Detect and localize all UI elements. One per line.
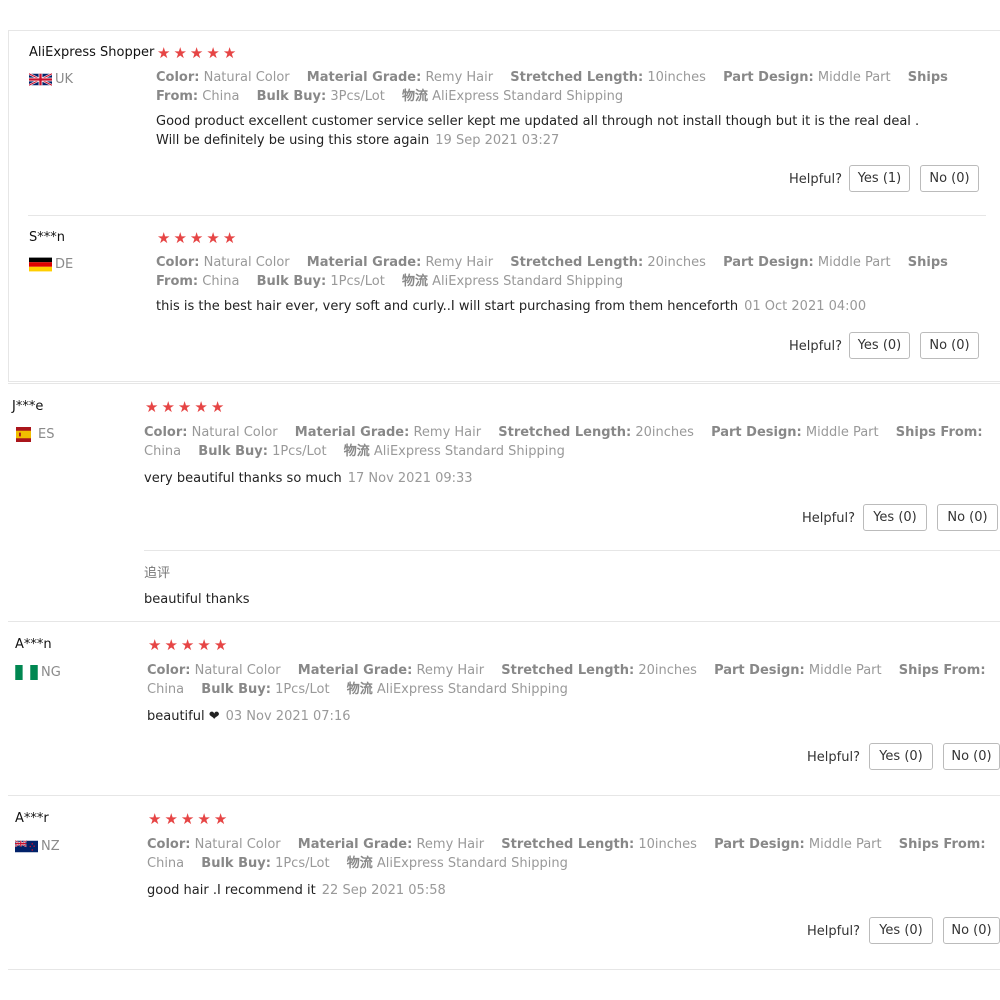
followup-divider <box>144 550 1000 551</box>
star-icon: ★ <box>145 398 159 416</box>
review-text: very beautiful thanks so much 17 Nov 2021… <box>144 471 473 486</box>
review-text: beautiful ❤ 03 Nov 2021 07:16 <box>147 709 351 724</box>
helpful-yes-button[interactable]: Yes (0) <box>849 332 910 359</box>
review-divider <box>8 383 1000 384</box>
star-icon: ★ <box>197 810 211 828</box>
helpful-yes-button[interactable]: Yes (0) <box>863 504 927 531</box>
helpful-yes-button[interactable]: Yes (1) <box>849 165 910 192</box>
reviewer-country: ES <box>12 427 54 442</box>
star-icon: ★ <box>213 636 228 654</box>
rating-stars: ★ ★ ★ ★ ★ <box>145 400 224 415</box>
rating-stars: ★ ★ ★ ★ ★ <box>148 638 227 653</box>
review-date: 22 Sep 2021 05:58 <box>321 883 446 898</box>
flag-nz-icon <box>15 839 38 854</box>
review-divider <box>28 215 986 216</box>
product-attributes: Color: Natural Color Material Grade: Rem… <box>156 70 948 104</box>
helpful-label: Helpful? <box>789 339 842 354</box>
reviewer-country: UK <box>29 72 73 87</box>
review-date: 01 Oct 2021 04:00 <box>744 299 867 314</box>
star-icon: ★ <box>180 810 195 828</box>
review-text: this is the best hair ever, very soft an… <box>156 299 867 314</box>
reviewer-name: AliExpress Shopper <box>29 45 155 60</box>
review-text: good hair .I recommend it 22 Sep 2021 05:… <box>147 883 446 898</box>
helpful-no-button[interactable]: No (0) <box>920 332 979 359</box>
star-icon: ★ <box>173 44 187 62</box>
review-divider <box>8 621 1000 622</box>
product-attributes: Color: Natural Color Material Grade: Rem… <box>147 663 986 697</box>
star-icon: ★ <box>189 229 204 247</box>
reviewer-name: S***n <box>29 230 65 245</box>
country-code: UK <box>55 72 74 87</box>
country-code: NG <box>41 665 61 680</box>
star-icon: ★ <box>206 44 220 62</box>
star-icon: ★ <box>157 44 171 62</box>
flag-ng-icon <box>15 665 38 680</box>
star-icon: ★ <box>210 398 225 416</box>
star-icon: ★ <box>222 44 237 62</box>
helpful-label: Helpful? <box>807 924 860 939</box>
star-icon: ★ <box>164 636 178 654</box>
star-icon: ★ <box>222 229 237 247</box>
followup-label: 追评 <box>144 566 171 581</box>
flag-de-icon <box>29 257 52 272</box>
review-date: 19 Sep 2021 03:27 <box>435 133 560 148</box>
star-icon: ★ <box>177 398 192 416</box>
star-icon: ★ <box>206 229 220 247</box>
flag-uk-icon <box>29 72 52 87</box>
helpful-label: Helpful? <box>807 750 860 765</box>
star-icon: ★ <box>197 636 211 654</box>
helpful-yes-button[interactable]: Yes (0) <box>869 743 933 770</box>
star-icon: ★ <box>161 398 175 416</box>
star-icon: ★ <box>213 810 228 828</box>
helpful-label: Helpful? <box>789 172 842 187</box>
reviewer-country: NG <box>15 665 61 680</box>
review-divider <box>8 795 1000 796</box>
reviewer-name: A***n <box>15 637 52 652</box>
country-code: ES <box>38 427 55 442</box>
reviewer-name: J***e <box>12 399 44 414</box>
star-icon: ★ <box>173 229 187 247</box>
followup-text: beautiful thanks <box>144 592 250 607</box>
helpful-no-button[interactable]: No (0) <box>920 165 979 192</box>
star-icon: ★ <box>164 810 178 828</box>
helpful-yes-button[interactable]: Yes (0) <box>869 917 933 944</box>
star-icon: ★ <box>148 636 162 654</box>
reviewer-name: A***r <box>15 811 49 826</box>
review-text: Good product excellent customer service … <box>156 114 920 148</box>
helpful-no-button[interactable]: No (0) <box>943 917 1000 944</box>
review-divider <box>8 969 1000 970</box>
reviewer-country: DE <box>29 257 73 272</box>
rating-stars: ★ ★ ★ ★ ★ <box>148 812 227 827</box>
product-attributes: Color: Natural Color Material Grade: Rem… <box>147 837 986 871</box>
product-attributes: Color: Natural Color Material Grade: Rem… <box>144 425 983 459</box>
star-icon: ★ <box>157 229 171 247</box>
helpful-label: Helpful? <box>802 511 855 526</box>
review-date: 17 Nov 2021 09:33 <box>347 471 473 486</box>
star-icon: ★ <box>148 810 162 828</box>
star-icon: ★ <box>180 636 195 654</box>
helpful-no-button[interactable]: No (0) <box>943 743 1000 770</box>
reviewer-country: NZ <box>15 839 60 854</box>
rating-stars: ★ ★ ★ ★ ★ <box>157 231 236 246</box>
country-code: NZ <box>41 839 60 854</box>
product-attributes: Color: Natural Color Material Grade: Rem… <box>156 255 948 289</box>
flag-es-icon <box>12 427 35 442</box>
star-icon: ★ <box>194 398 208 416</box>
country-code: DE <box>55 257 74 272</box>
helpful-no-button[interactable]: No (0) <box>937 504 998 531</box>
star-icon: ★ <box>189 44 204 62</box>
review-date: 03 Nov 2021 07:16 <box>225 709 351 724</box>
rating-stars: ★ ★ ★ ★ ★ <box>157 46 236 61</box>
